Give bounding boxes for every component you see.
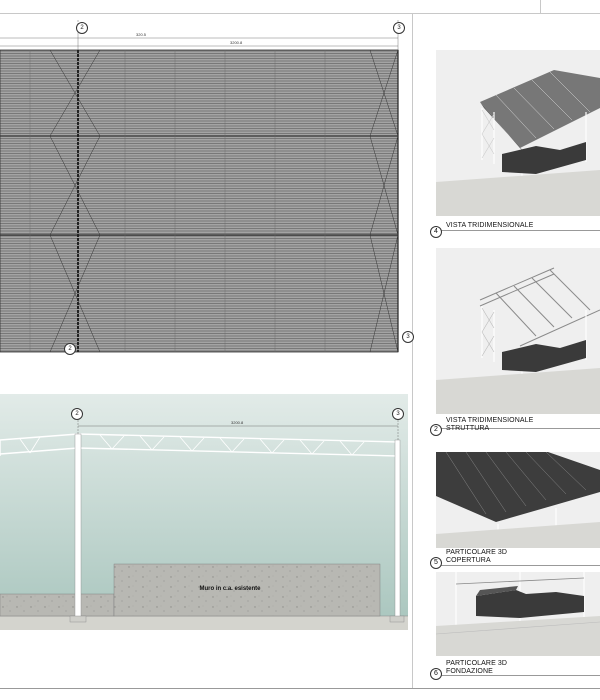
plan-grid-bubble-top-left: 2: [76, 22, 88, 34]
sheet-top-divider: [540, 0, 541, 13]
view-3d-foundation-detail: [436, 572, 600, 656]
view-subtitle-6: FONDAZIONE: [446, 668, 493, 675]
view-number-4: 4: [430, 226, 442, 238]
plan-dimension-right: 3200.8: [230, 40, 243, 45]
elevation-grid-bubble-left: 2: [71, 408, 83, 420]
plan-grid-bubble-bottom-left: 2: [64, 343, 76, 355]
view-subtitle-5: COPERTURA: [446, 557, 491, 564]
caption-underline-5: [436, 565, 600, 566]
view-3d-structure-drawing: [436, 267, 600, 414]
plan-grid-bubble-bottom-right: 3: [402, 331, 414, 343]
sheet-bottom-border: [0, 688, 600, 689]
view-3d-overall-drawing: [436, 70, 600, 216]
front-elevation: Muro in c.a. esistente: [0, 394, 408, 640]
view-title-4: VISTA TRIDIMENSIONALE: [446, 222, 534, 229]
plan-grid-bubble-top-right: 3: [393, 22, 405, 34]
view-title-2: VISTA TRIDIMENSIONALE: [446, 417, 534, 424]
front-elevation-drawing: Muro in c.a. esistente: [0, 394, 408, 630]
view-3d-overall: [436, 50, 600, 216]
sheet-top-border: [0, 13, 600, 14]
view-3d-roof-detail-drawing: [436, 452, 600, 548]
roof-plan-drawing: [0, 20, 399, 353]
view-title-5: PARTICOLARE 3D: [446, 549, 508, 556]
roof-plan: [0, 18, 412, 358]
view-title-6: PARTICOLARE 3D: [446, 660, 508, 667]
view-number-2: 2: [430, 424, 442, 436]
elevation-grid-bubble-right: 3: [392, 408, 404, 420]
view-3d-foundation-detail-drawing: [436, 572, 600, 656]
view-number-6: 6: [430, 668, 442, 680]
plan-dimension-left: 320.5: [136, 32, 147, 37]
view-3d-roof-detail: [436, 452, 600, 548]
elevation-dimension: 3200.8: [231, 420, 244, 425]
view-number-5: 5: [430, 557, 442, 569]
caption-underline-4: [436, 230, 600, 231]
wall-label: Muro in c.a. esistente: [199, 586, 261, 592]
view-subtitle-2: STRUTTURA: [446, 425, 490, 432]
sheet-right-divider: [412, 14, 413, 688]
view-3d-structure: [436, 248, 600, 414]
